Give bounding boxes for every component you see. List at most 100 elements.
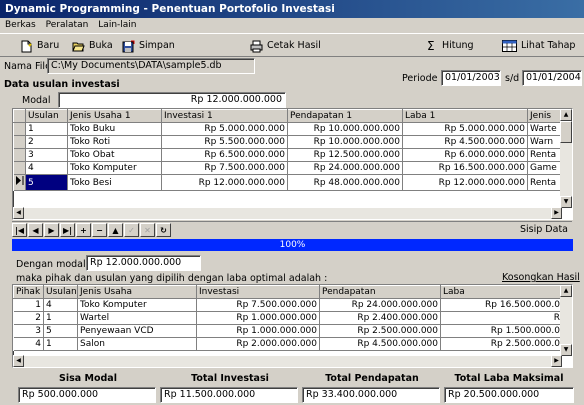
cell-pendapatan[interactable]: Rp 4.500.000.000 [319,337,441,351]
scroll-up-icon[interactable]: ▲ [560,285,572,297]
cell-jenis-usaha[interactable]: Toko Komputer [67,161,162,175]
col-header-jenis-usaha[interactable]: Jenis Usaha [77,285,197,299]
nav-next-icon[interactable]: ▶ [44,223,59,237]
cell-pihak[interactable]: 1 [13,298,44,312]
cell-pendapatan[interactable]: Rp 10.000.000.000 [287,122,403,136]
cell-investasi[interactable]: Rp 1.000.000.000 [196,311,320,325]
table-row[interactable]: 2 Toko Roti Rp 5.500.000.000 Rp 10.000.0… [13,135,563,149]
nav-post-icon[interactable]: ✓ [124,223,139,237]
cell-usulan[interactable]: 5 [43,324,78,338]
cell-investasi[interactable]: Rp 1.000.000.000 [196,324,320,338]
col-header-pendapatan[interactable]: Pendapatan [319,285,441,299]
nav-insert-icon[interactable]: + [76,223,91,237]
print-button[interactable]: Cetak Hasil [250,37,321,54]
cell-investasi[interactable]: Rp 5.000.000.000 [161,122,288,136]
cell-jenis-usaha[interactable]: Salon [77,337,197,351]
insert-data-button[interactable]: Sisip Data [520,223,568,237]
cell-jenis-usaha[interactable]: Toko Komputer [77,298,197,312]
cell-laba[interactable]: Rp 16.500.000.000 [402,161,528,175]
menu-peralatan[interactable]: Peralatan [41,18,94,33]
cell-pendapatan[interactable]: Rp 24.000.000.000 [287,161,403,175]
cell-usulan[interactable]: 4 [25,161,68,175]
col-header-jenis-usaha-1[interactable]: Jenis Usaha 1 [67,109,162,123]
periode-from-field[interactable]: 01/01/2003 [441,70,501,86]
menu-berkas[interactable]: Berkas [0,18,41,33]
cell-laba[interactable]: Rp 16.500.000.0 [440,298,563,312]
grid2-horizontal-scrollbar[interactable]: ◀ ▶ [13,355,562,367]
menu-lain-lain[interactable]: Lain-lain [93,18,141,33]
nav-prev-icon[interactable]: ◀ [28,223,43,237]
scroll-up-icon[interactable]: ▲ [560,109,572,121]
cell-jenis-usaha[interactable]: Toko Obat [67,148,162,162]
col-header-usulan[interactable]: Usulan [25,109,68,123]
col-header-investasi[interactable]: Investasi [196,285,320,299]
nav-refresh-icon[interactable]: ↻ [156,223,171,237]
cell-jenis[interactable]: Game [527,161,563,175]
nav-first-icon[interactable]: |◀ [12,223,27,237]
table-row-selected[interactable]: 5 Toko Besi Rp 12.000.000.000 Rp 48.000.… [13,174,563,191]
cell-investasi[interactable]: Rp 2.000.000.000 [196,337,320,351]
cell-jenis-usaha[interactable]: Penyewaan VCD [77,324,197,338]
cell-pendapatan[interactable]: Rp 10.000.000.000 [287,135,403,149]
cell-pendapatan[interactable]: Rp 12.500.000.000 [287,148,403,162]
col-header-pihak[interactable]: Pihak [13,285,44,299]
scroll-thumb[interactable] [560,121,572,143]
cell-jenis[interactable]: Renta [527,174,563,191]
cell-laba[interactable]: Rp 1.500.000.0 [440,324,563,338]
col-header-laba-1[interactable]: Laba 1 [402,109,528,123]
scroll-right-icon[interactable]: ▶ [551,207,562,219]
new-button[interactable]: Baru [20,37,59,54]
table-row[interactable]: 1 4 Toko Komputer Rp 7.500.000.000 Rp 24… [13,298,563,312]
table-row[interactable]: 1 Toko Buku Rp 5.000.000.000 Rp 10.000.0… [13,122,563,136]
col-header-investasi-1[interactable]: Investasi 1 [161,109,288,123]
cell-usulan[interactable]: 1 [25,122,68,136]
cell-jenis-usaha[interactable]: Toko Besi [67,174,162,191]
view-stages-button[interactable]: Lihat Tahap [502,37,575,54]
cell-pihak[interactable]: 2 [13,311,44,325]
scroll-left-icon[interactable]: ◀ [13,355,24,367]
cell-pendapatan[interactable]: Rp 2.500.000.000 [319,324,441,338]
result-grid[interactable]: Pihak Usulan Jenis Usaha Investasi Penda… [12,284,573,368]
cell-jenis-usaha[interactable]: Toko Roti [67,135,162,149]
cell-laba[interactable]: Rp 2.500.000.0 [440,337,563,351]
col-header-pendapatan-1[interactable]: Pendapatan 1 [287,109,403,123]
cell-usulan[interactable]: 1 [43,311,78,325]
cell-investasi[interactable]: Rp 7.500.000.000 [161,161,288,175]
cell-laba[interactable]: R [440,311,563,325]
save-button[interactable]: Simpan [122,37,175,54]
col-header-jenis[interactable]: Jenis [527,109,563,123]
proposal-grid[interactable]: Usulan Jenis Usaha 1 Investasi 1 Pendapa… [12,108,573,220]
grid2-vertical-scrollbar[interactable]: ▲ ▼ [560,285,572,356]
cell-usulan[interactable]: 3 [25,148,68,162]
nav-cancel-icon[interactable]: ✕ [140,223,155,237]
cell-usulan[interactable]: 2 [25,135,68,149]
cell-usulan[interactable]: 1 [43,337,78,351]
col-header-usulan[interactable]: Usulan [43,285,78,299]
cell-pihak[interactable]: 4 [13,337,44,351]
cell-laba[interactable]: Rp 5.000.000.000 [402,122,528,136]
table-row[interactable]: 3 Toko Obat Rp 6.500.000.000 Rp 12.500.0… [13,148,563,162]
nav-delete-icon[interactable]: − [92,223,107,237]
cell-jenis[interactable]: Warn [527,135,563,149]
cell-pendapatan[interactable]: Rp 48.000.000.000 [287,174,403,191]
open-button[interactable]: Buka [72,37,113,54]
modal-field[interactable]: Rp 12.000.000.000 [58,92,286,108]
clear-results-button[interactable]: Kosongkan Hasil [502,271,580,285]
cell-laba[interactable]: Rp 4.500.000.000 [402,135,528,149]
periode-to-field[interactable]: 01/01/2004 [522,70,582,86]
table-row[interactable]: 4 Toko Komputer Rp 7.500.000.000 Rp 24.0… [13,161,563,175]
table-row[interactable]: 4 1 Salon Rp 2.000.000.000 Rp 4.500.000.… [13,337,563,351]
cell-pendapatan[interactable]: Rp 24.000.000.000 [319,298,441,312]
cell-jenis[interactable]: Renta [527,148,563,162]
cell-investasi[interactable]: Rp 12.000.000.000 [161,174,288,191]
nav-last-icon[interactable]: ▶| [60,223,75,237]
cell-investasi[interactable]: Rp 7.500.000.000 [196,298,320,312]
cell-usulan[interactable]: 4 [43,298,78,312]
scroll-left-icon[interactable]: ◀ [13,207,24,219]
table-row[interactable]: 3 5 Penyewaan VCD Rp 1.000.000.000 Rp 2.… [13,324,563,338]
grid1-horizontal-scrollbar[interactable]: ◀ ▶ [13,207,562,219]
cell-usulan-selected[interactable]: 5 [25,174,68,191]
cell-jenis[interactable]: Warte [527,122,563,136]
table-row[interactable]: 2 1 Wartel Rp 1.000.000.000 Rp 2.400.000… [13,311,563,325]
cell-investasi[interactable]: Rp 6.500.000.000 [161,148,288,162]
